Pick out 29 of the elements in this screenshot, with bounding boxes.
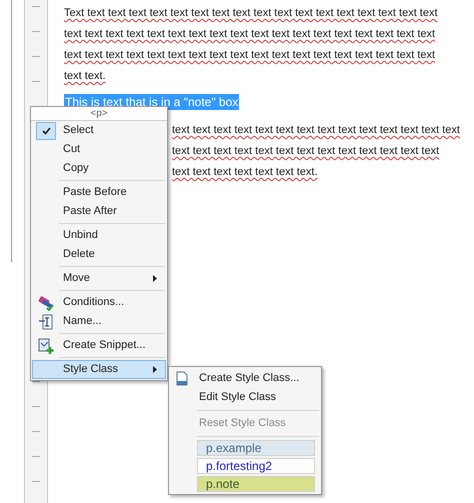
- snippet-add-icon: [38, 338, 54, 354]
- menu-item[interactable]: Cut: [32, 140, 166, 159]
- menu-item[interactable]: Create Style Class...: [169, 369, 321, 388]
- name-tag-icon: [38, 314, 54, 330]
- menu-item[interactable]: Copy: [32, 159, 166, 178]
- menu-item[interactable]: Unbind: [32, 226, 166, 245]
- text-line: text text text text text text text text text text text text text text: [172, 123, 460, 138]
- menu-item[interactable]: Move: [32, 269, 166, 288]
- menu-title: <p>: [31, 107, 167, 121]
- menu-item[interactable]: Style Class: [32, 360, 166, 379]
- document-icon: [176, 371, 188, 386]
- text-line: text text text text text text text text text text text text text text text text text text: [64, 48, 436, 63]
- menu-item[interactable]: Paste After: [32, 202, 166, 221]
- class-option[interactable]: p.example: [197, 440, 315, 456]
- menu-item[interactable]: Delete: [32, 245, 166, 264]
- menu-item[interactable]: Conditions...: [32, 293, 166, 312]
- text-line: text text text text text text text.: [172, 165, 319, 180]
- text-line: text text text text text text text text text text text text text text text text text text: [64, 27, 436, 42]
- text-line: text text text text text text text text text text text text text: [172, 144, 440, 159]
- menu-item[interactable]: Edit Style Class: [169, 388, 321, 407]
- menu-item[interactable]: Create Snippet...: [32, 336, 166, 355]
- text-line: text text.: [64, 69, 107, 84]
- class-option[interactable]: p.fortesting2: [197, 458, 315, 474]
- text-line: Text text text text text text text text text text text text text text text text text text: [64, 6, 439, 21]
- menu-item[interactable]: Paste Before: [32, 183, 166, 202]
- tag-pencil-icon: [38, 294, 54, 310]
- menu-item[interactable]: Select: [32, 121, 166, 140]
- menu-item[interactable]: Name...: [32, 312, 166, 331]
- class-option[interactable]: p.note: [197, 476, 315, 492]
